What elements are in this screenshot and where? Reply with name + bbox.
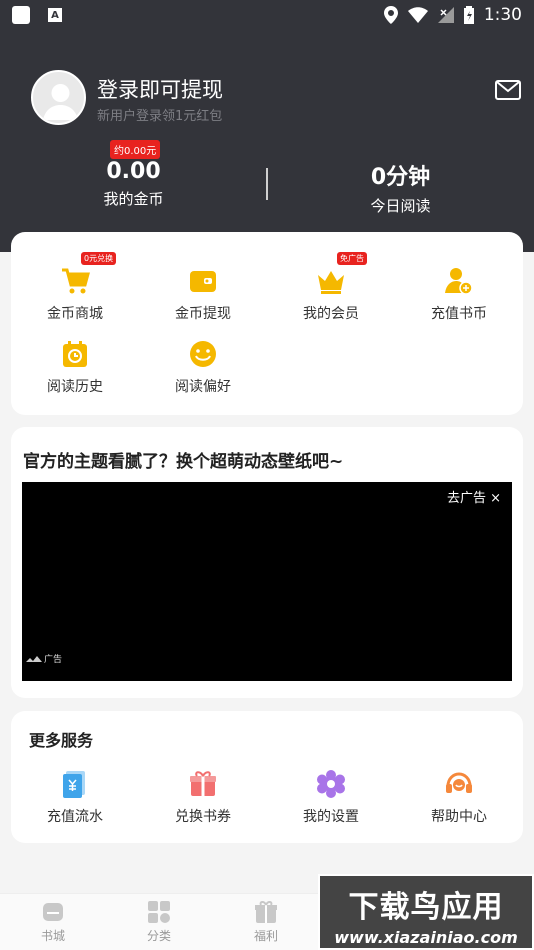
promo-title: 官方的主题看腻了？换个超萌动态壁纸吧~ [23, 452, 344, 472]
service-label: 我的设置 [303, 809, 359, 825]
tab-bookstore[interactable]: 书城 [18, 900, 88, 944]
bookstore-icon [43, 903, 63, 921]
ad-mark: 广告 [26, 652, 62, 665]
action-label: 我的会员 [303, 306, 359, 322]
ad-free-badge: 免广告 [337, 252, 367, 265]
a-notification-icon: A [48, 8, 62, 22]
history-icon [63, 341, 87, 367]
action-recharge-coins[interactable]: 充值书币 [395, 266, 523, 323]
settings-icon [317, 770, 345, 798]
mail-icon[interactable] [495, 80, 521, 100]
location-icon [383, 6, 398, 24]
watermark-title: 下载鸟应用 [348, 890, 504, 925]
recharge-record-icon [63, 771, 85, 798]
coins-label: 我的金币 [103, 190, 164, 208]
cart-icon [62, 268, 90, 294]
tab-category[interactable]: 分类 [124, 900, 194, 944]
crown-icon [318, 271, 344, 294]
service-settings[interactable]: 我的设置 [267, 769, 395, 826]
tab-label: 书城 [40, 929, 65, 943]
action-label: 金币提现 [175, 306, 231, 322]
gift-voucher-icon [190, 771, 216, 796]
action-coin-withdraw[interactable]: 金币提现 [139, 266, 267, 323]
reading-value: 0分钟 [370, 165, 431, 190]
coins-value: 0.00 [106, 159, 161, 184]
action-label: 阅读历史 [47, 379, 103, 395]
services-title: 更多服务 [29, 731, 94, 750]
app-notification-icon [12, 6, 30, 24]
action-label: 充值书币 [431, 306, 487, 322]
service-label: 充值流水 [47, 809, 103, 825]
action-label: 阅读偏好 [175, 379, 231, 395]
service-recharge-record[interactable]: 充值流水 [11, 769, 139, 826]
action-coin-mall[interactable]: 金币商城 [11, 266, 139, 323]
quick-actions-card: 金币商城 0元兑换 金币提现 我的会员 免广告 充值书币 阅读历史 阅读偏好 [11, 232, 523, 415]
tab-benefits[interactable]: 福利 [231, 900, 301, 944]
status-time: 1:30 [483, 5, 522, 25]
wifi-icon [407, 7, 428, 23]
ad-mark-label: 广告 [44, 655, 63, 665]
category-icon [148, 901, 170, 923]
service-label: 兑换书券 [175, 809, 231, 825]
remove-ad-button[interactable]: 去广告 × [447, 487, 501, 506]
tab-label: 分类 [146, 929, 171, 943]
user-coin-icon [445, 268, 473, 295]
coin-cash-badge: 约0.00元 [110, 140, 161, 159]
signal-icon [437, 7, 454, 23]
reading-stat[interactable]: 0分钟 今日阅读 [267, 142, 534, 216]
login-title[interactable]: 登录即可提现 [97, 74, 223, 104]
ad-logo-icon [26, 655, 42, 662]
watermark-url: www.xiazainiao.com [334, 928, 518, 947]
tab-label: 福利 [253, 929, 278, 943]
avatar[interactable] [31, 70, 86, 125]
service-redeem-voucher[interactable]: 兑换书券 [139, 769, 267, 826]
action-membership[interactable]: 我的会员 [267, 266, 395, 323]
watermark-logo: 下载鸟应用 www.xiazainiao.com [318, 874, 534, 950]
zero-exchange-badge: 0元兑换 [81, 252, 117, 265]
headset-icon [446, 772, 472, 793]
gift-icon [255, 901, 277, 923]
wallet-icon [190, 271, 216, 292]
action-label: 金币商城 [47, 306, 103, 322]
status-bar: A 1:30 [0, 0, 534, 30]
default-avatar-icon [43, 84, 78, 120]
action-reading-history[interactable]: 阅读历史 [11, 339, 139, 396]
smile-icon [190, 341, 216, 367]
reading-label: 今日阅读 [370, 197, 431, 215]
profile-header: 登录即可提现 新用户登录领1元红包 0.00 我的金币 约0.00元 0分钟 今… [0, 30, 534, 252]
battery-icon [463, 6, 474, 24]
ad-banner[interactable]: 去广告 × 广告 [22, 482, 512, 681]
service-help-center[interactable]: 帮助中心 [395, 769, 523, 826]
service-label: 帮助中心 [431, 809, 487, 825]
action-reading-preference[interactable]: 阅读偏好 [139, 339, 267, 396]
login-subtitle: 新用户登录领1元红包 [97, 109, 223, 124]
